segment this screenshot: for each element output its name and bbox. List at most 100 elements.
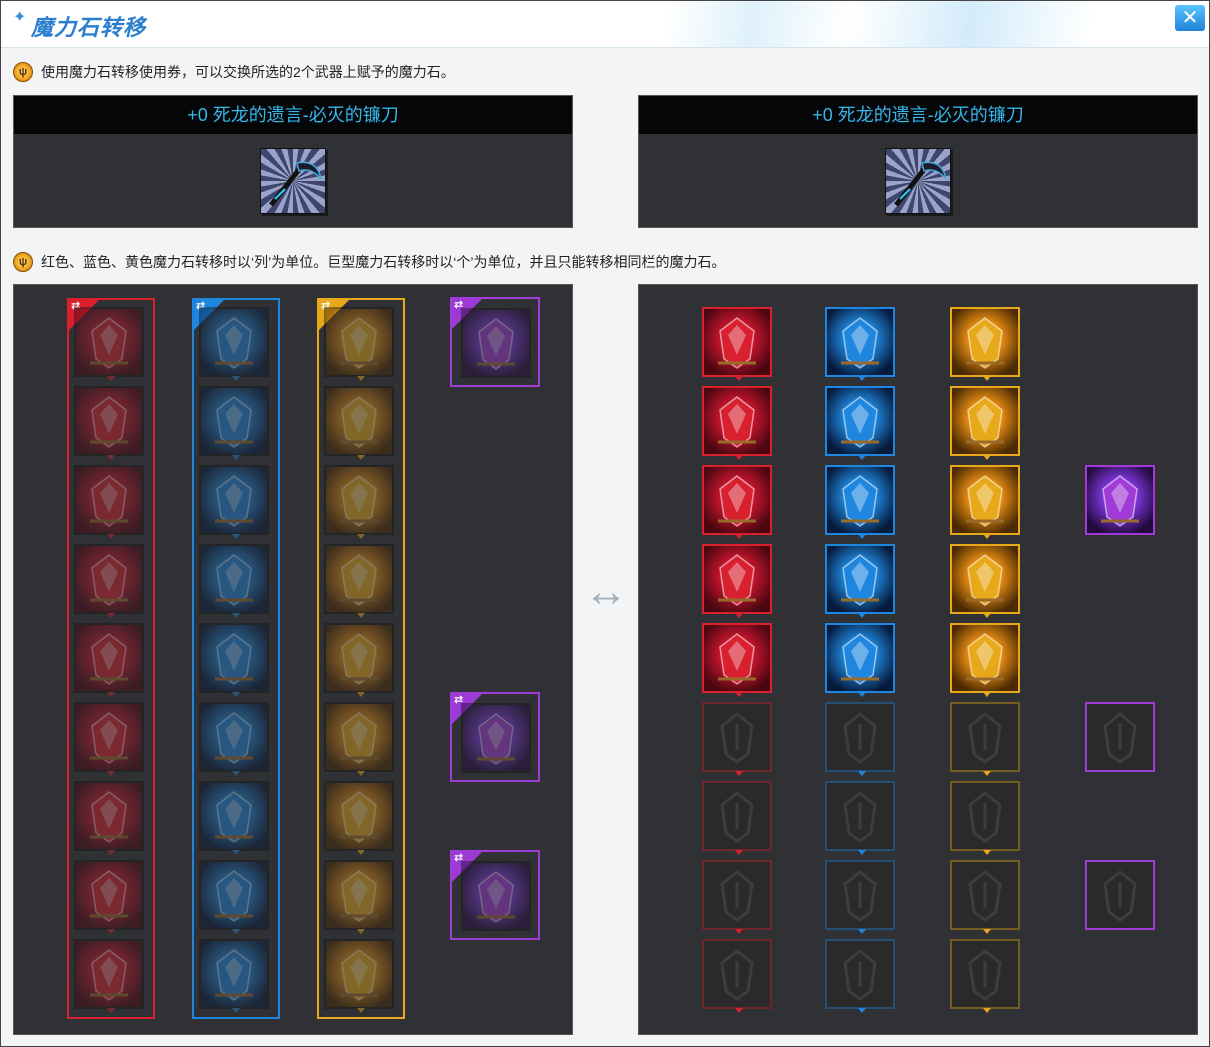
- giant-stone-selection[interactable]: ⇄: [450, 297, 540, 387]
- yellow-stone-slot[interactable]: [324, 702, 394, 776]
- red-stone-slot[interactable]: [74, 702, 144, 776]
- empty-socket-icon: [720, 712, 754, 764]
- purple-stone-slot[interactable]: [461, 703, 531, 773]
- magic-stone-yellow-icon: [340, 870, 378, 922]
- magic-stone-red-icon: [90, 475, 128, 527]
- yellow-stone-slot[interactable]: [324, 781, 394, 855]
- scythe-weapon-icon[interactable]: [260, 148, 326, 214]
- red-stone-slot[interactable]: [702, 307, 772, 381]
- stone-panel-right: [638, 284, 1198, 1035]
- empty-stone-slot[interactable]: [950, 702, 1020, 776]
- chain-arrow-icon: [232, 1008, 240, 1013]
- yellow-stone-slot[interactable]: [324, 860, 394, 934]
- empty-stone-slot[interactable]: [702, 781, 772, 855]
- yellow-stone-slot[interactable]: [950, 307, 1020, 381]
- yellow-stone-slot[interactable]: [324, 465, 394, 539]
- empty-stone-slot[interactable]: [950, 939, 1020, 1013]
- yellow-stone-slot[interactable]: [950, 623, 1020, 697]
- blue-stone-slot[interactable]: [825, 386, 895, 460]
- chain-arrow-icon: [735, 534, 743, 539]
- empty-stone-slot[interactable]: [825, 860, 895, 934]
- magic-stone-red-icon: [718, 317, 756, 369]
- red-stone-slot[interactable]: [702, 386, 772, 460]
- yellow-stone-slot[interactable]: [324, 386, 394, 460]
- chain-arrow-icon: [232, 455, 240, 460]
- close-icon[interactable]: ✕: [1175, 5, 1205, 31]
- purple-stone-slot[interactable]: [1085, 465, 1155, 535]
- empty-socket-icon: [968, 712, 1002, 764]
- chain-arrow-icon: [735, 613, 743, 618]
- magic-stone-blue-icon: [841, 554, 879, 606]
- blue-stone-slot[interactable]: [199, 702, 269, 776]
- empty-stone-slot[interactable]: [825, 702, 895, 776]
- magic-stone-yellow-icon: [966, 554, 1004, 606]
- empty-socket-icon: [1103, 870, 1137, 922]
- red-stone-slot[interactable]: [74, 939, 144, 1013]
- empty-socket-icon: [968, 949, 1002, 1001]
- empty-socket-icon: [720, 949, 754, 1001]
- hint-middle-text: 红色、蓝色、黄色魔力石转移时以‘列’为单位。巨型魔力石转移时以‘个’为单位，并且…: [41, 254, 726, 270]
- red-stone-slot[interactable]: [74, 386, 144, 460]
- sparkle-icon: ✦: [13, 9, 27, 26]
- red-stone-slot[interactable]: [74, 465, 144, 539]
- blue-stone-slot[interactable]: [199, 465, 269, 539]
- purple-stone-slot[interactable]: [461, 308, 531, 378]
- yellow-stone-slot[interactable]: [950, 544, 1020, 618]
- blue-stone-slot[interactable]: [199, 544, 269, 618]
- empty-socket-icon: [843, 949, 877, 1001]
- chain-arrow-icon: [232, 613, 240, 618]
- empty-stone-slot[interactable]: [702, 939, 772, 1013]
- chain-arrow-icon: [107, 692, 115, 697]
- empty-stone-slot[interactable]: [825, 939, 895, 1013]
- chain-arrow-icon: [357, 613, 365, 618]
- magic-stone-red-icon: [90, 870, 128, 922]
- red-stone-slot[interactable]: [74, 307, 144, 381]
- empty-socket-icon: [843, 870, 877, 922]
- blue-stone-slot[interactable]: [199, 781, 269, 855]
- empty-stone-slot[interactable]: [702, 860, 772, 934]
- red-stone-slot[interactable]: [74, 623, 144, 697]
- blue-stone-slot[interactable]: [199, 860, 269, 934]
- red-stone-slot[interactable]: [702, 623, 772, 697]
- magic-stone-red-icon: [90, 791, 128, 843]
- blue-stone-slot[interactable]: [825, 307, 895, 381]
- empty-socket-icon: [843, 791, 877, 843]
- stone-panel-left: ⇄ ⇄ ⇄ ⇄ ⇄ ⇄: [13, 284, 573, 1035]
- empty-socket-icon: [720, 870, 754, 922]
- yellow-stone-slot[interactable]: [324, 623, 394, 697]
- yellow-stone-slot[interactable]: [950, 386, 1020, 460]
- empty-stone-slot[interactable]: [950, 860, 1020, 934]
- red-stone-slot[interactable]: [74, 544, 144, 618]
- scythe-weapon-icon[interactable]: [885, 148, 951, 214]
- red-stone-slot[interactable]: [74, 860, 144, 934]
- yellow-stone-slot[interactable]: [324, 544, 394, 618]
- empty-stone-slot[interactable]: [950, 781, 1020, 855]
- empty-stone-slot[interactable]: [825, 781, 895, 855]
- empty-stone-slot[interactable]: [1085, 702, 1155, 772]
- giant-stone-selection[interactable]: ⇄: [450, 850, 540, 940]
- red-stone-slot[interactable]: [702, 465, 772, 539]
- blue-stone-slot[interactable]: [825, 623, 895, 697]
- chain-arrow-icon: [232, 771, 240, 776]
- yellow-stone-slot[interactable]: [950, 465, 1020, 539]
- yellow-stone-slot[interactable]: [324, 307, 394, 381]
- blue-stone-slot[interactable]: [825, 544, 895, 618]
- empty-stone-slot[interactable]: [702, 702, 772, 776]
- giant-stone-selection[interactable]: ⇄: [450, 692, 540, 782]
- red-stone-slot[interactable]: [74, 781, 144, 855]
- title-bar: ✦ 魔力石转移 ✕: [1, 1, 1209, 48]
- yellow-stone-slot[interactable]: [324, 939, 394, 1013]
- blue-stone-slot[interactable]: [199, 939, 269, 1013]
- empty-stone-slot[interactable]: [1085, 860, 1155, 930]
- magic-stone-blue-icon: [841, 317, 879, 369]
- purple-stone-slot[interactable]: [461, 861, 531, 931]
- blue-stone-slot[interactable]: [199, 386, 269, 460]
- magic-stone-purple-icon: [477, 318, 515, 370]
- magic-stone-red-icon: [718, 554, 756, 606]
- blue-stone-slot[interactable]: [199, 623, 269, 697]
- magic-stone-yellow-icon: [340, 712, 378, 764]
- blue-stone-slot[interactable]: [199, 307, 269, 381]
- blue-stone-slot[interactable]: [825, 465, 895, 539]
- chain-arrow-icon: [858, 771, 866, 776]
- red-stone-slot[interactable]: [702, 544, 772, 618]
